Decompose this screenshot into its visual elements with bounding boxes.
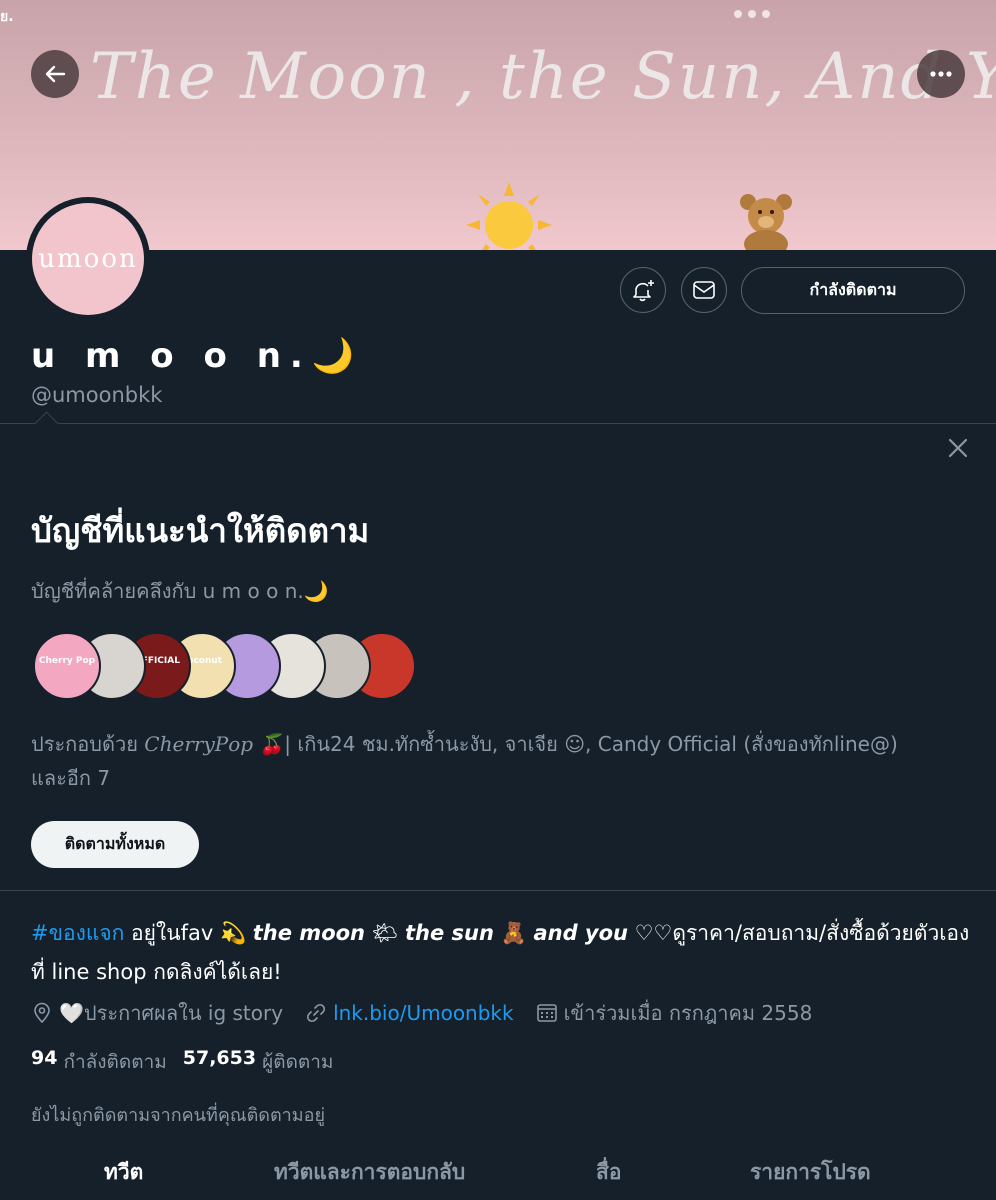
display-name: u m o o n.🌙 bbox=[31, 336, 364, 376]
profile-avatar[interactable]: umoon bbox=[26, 197, 150, 321]
suggested-avatar-label: Cherry Pop bbox=[38, 656, 96, 666]
joined-item: เข้าร่วมเมื่อ กรกฎาคม 2558 bbox=[536, 997, 812, 1029]
suggestions-subtitle: บัญชีที่คล้ายคลึงกับ u m o o n.🌙 bbox=[31, 579, 329, 603]
banner-title: The Moon , the Sun, And You bbox=[90, 40, 996, 114]
tab-tweets[interactable]: ทวีต bbox=[104, 1156, 143, 1189]
bell-plus-icon bbox=[633, 280, 654, 302]
divider bbox=[0, 890, 996, 891]
back-arrow-icon bbox=[45, 65, 66, 83]
profile-bio: #ของแจก อยู่ในfav 💫 𝙩𝙝𝙚 𝙢𝙤𝙤𝙣 🌤 𝙩𝙝𝙚 𝙨𝙪𝙣 🧸… bbox=[31, 921, 970, 984]
suggestions-title: บัญชีที่แนะนำให้ติดตาม bbox=[31, 511, 370, 550]
crescent-moon-icon bbox=[208, 200, 267, 250]
followers-count-link[interactable]: 57,653 ผู้ติดตาม bbox=[183, 1047, 334, 1077]
profile-handle: @umoonbkk bbox=[31, 383, 163, 407]
teddy-bear-icon bbox=[740, 194, 792, 250]
multitask-dots-icon[interactable] bbox=[734, 10, 770, 18]
more-options-button[interactable] bbox=[917, 50, 965, 98]
following-button[interactable]: กำลังติดตาม bbox=[741, 267, 965, 314]
calendar-icon bbox=[536, 1004, 557, 1022]
profile-banner[interactable]: The Moon , the Sun, And You bbox=[0, 0, 996, 250]
location-pin-icon bbox=[34, 1002, 50, 1024]
not-followed-notice: ยังไม่ถูกติดตามจากคนที่คุณติดตามอยู่ bbox=[31, 1105, 325, 1126]
profile-tabs: ทวีต ทวีตและการตอบกลับ สื่อ รายการโปรด bbox=[0, 1150, 996, 1200]
suggested-avatars[interactable]: Cherry Pop OFFICIAL coconut bbox=[33, 632, 416, 700]
more-icon bbox=[930, 71, 952, 77]
suggestions-description: ประกอบด้วย 𝐶ℎ𝑒𝑟𝑟𝑦𝑃𝑜𝑝 🍒| เกิน24 ชม.ทักซ้ำ… bbox=[31, 732, 898, 790]
follow-stats: 94 กำลังติดตาม 57,653 ผู้ติดตาม bbox=[31, 1047, 349, 1077]
website-link[interactable]: lnk.bio/Umoonbkk bbox=[333, 1001, 514, 1025]
suggestion-caret bbox=[34, 411, 59, 436]
notifications-button[interactable] bbox=[620, 267, 666, 313]
tab-media[interactable]: สื่อ bbox=[596, 1156, 621, 1189]
tab-tweets-replies[interactable]: ทวีตและการตอบกลับ bbox=[274, 1156, 465, 1189]
envelope-icon bbox=[693, 281, 715, 299]
status-bar-text: ย. bbox=[0, 9, 14, 25]
suggested-avatar[interactable]: Cherry Pop bbox=[33, 632, 101, 700]
message-button[interactable] bbox=[681, 267, 727, 313]
location-item: 🤍ประกาศผลใน ig story bbox=[31, 997, 283, 1029]
back-button[interactable] bbox=[31, 50, 79, 98]
hashtag-link[interactable]: #ของแจก bbox=[31, 921, 124, 945]
divider bbox=[0, 423, 996, 424]
follow-all-button[interactable]: ติดตามทั้งหมด bbox=[31, 821, 199, 868]
tab-likes[interactable]: รายการโปรด bbox=[750, 1156, 871, 1189]
close-icon[interactable] bbox=[946, 436, 970, 460]
website-item[interactable]: lnk.bio/Umoonbkk bbox=[305, 1001, 514, 1025]
profile-meta: 🤍ประกาศผลใน ig story lnk.bio/Umoonbkk เข… bbox=[31, 997, 834, 1029]
link-icon bbox=[307, 1003, 326, 1023]
avatar-text: umoon bbox=[38, 244, 138, 274]
following-count-link[interactable]: 94 กำลังติดตาม bbox=[31, 1047, 167, 1077]
sun-icon bbox=[466, 182, 552, 250]
